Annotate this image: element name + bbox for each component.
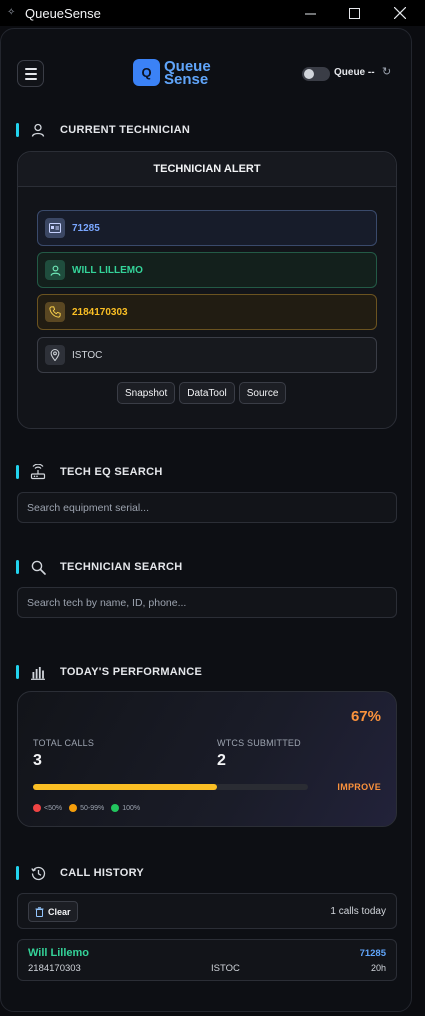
maximize-icon xyxy=(348,7,360,19)
legend-dot xyxy=(33,804,41,812)
snapshot-button[interactable]: Snapshot xyxy=(117,382,176,404)
app-frame: Q Queue Sense Queue -- ↻ CURRENT TECHNIC… xyxy=(0,28,412,1012)
history-tech-id: 71285 xyxy=(359,948,386,959)
alert-actions: Snapshot DataTool Source xyxy=(117,382,287,404)
legend-item-full: 100% xyxy=(111,804,140,812)
source-button[interactable]: Source xyxy=(238,382,287,404)
refresh-icon[interactable]: ↻ xyxy=(382,65,391,78)
trash-icon xyxy=(35,906,44,917)
tech-phone-value: 2184170303 xyxy=(72,306,128,318)
section-title: CURRENT TECHNICIAN xyxy=(60,124,191,136)
history-phone: 2184170303 xyxy=(28,963,81,974)
window-titlebar: ✧ QueueSense xyxy=(0,0,425,26)
legend-item-low: <50% xyxy=(33,804,62,812)
logo-mark: Q xyxy=(133,59,160,86)
minimize-button[interactable] xyxy=(287,0,333,26)
tech-id-field[interactable]: 71285 xyxy=(37,210,377,246)
call-history-item[interactable]: Will Lillemo 2184170303 ISTOC 71285 20h xyxy=(17,939,397,981)
wtcs-label: WTCS SUBMITTED xyxy=(217,738,301,748)
calls-today-count: 1 calls today xyxy=(330,906,386,917)
queue-status-label: Queue -- xyxy=(334,67,375,78)
legend-dot xyxy=(69,804,78,812)
technician-alert-card: TECHNICIAN ALERT 71285 WILL LILLEMO 2184… xyxy=(17,151,397,429)
history-icon xyxy=(28,865,48,881)
user-icon xyxy=(45,260,65,280)
section-performance: TODAY'S PERFORMANCE xyxy=(16,664,202,680)
section-accent-bar xyxy=(16,123,19,137)
phone-icon xyxy=(45,302,65,322)
section-accent-bar xyxy=(16,866,19,880)
technician-search-input[interactable]: Search tech by name, ID, phone... xyxy=(17,587,397,618)
router-icon xyxy=(28,464,48,480)
logo-text-line2: Sense xyxy=(164,70,209,88)
history-tech-name: Will Lillemo xyxy=(28,947,90,959)
total-calls-value: 3 xyxy=(33,752,42,769)
minimize-icon xyxy=(304,13,316,14)
tech-id-value: 71285 xyxy=(72,222,100,234)
close-icon xyxy=(394,7,406,19)
tech-location-field[interactable]: ISTOC xyxy=(37,337,377,373)
close-button[interactable] xyxy=(377,0,423,26)
legend-item-mid: 50-99% xyxy=(69,804,104,812)
app-header: Q Queue Sense Queue -- ↻ xyxy=(1,29,411,115)
queue-toggle[interactable] xyxy=(302,67,330,81)
app-icon: ✧ xyxy=(7,7,16,18)
tech-location-value: ISTOC xyxy=(72,349,103,361)
section-current-technician: CURRENT TECHNICIAN xyxy=(16,122,190,138)
menu-icon xyxy=(24,67,37,70)
progress-fill xyxy=(33,784,218,790)
bar-chart-icon xyxy=(28,664,48,680)
performance-legend: <50% 50-99% 100% xyxy=(33,804,140,812)
history-location: ISTOC xyxy=(211,963,240,974)
section-title: TODAY'S PERFORMANCE xyxy=(60,666,203,678)
equipment-search-input[interactable]: Search equipment serial... xyxy=(17,492,397,523)
section-call-history: CALL HISTORY xyxy=(16,865,144,881)
call-history-toolbar: Clear 1 calls today xyxy=(17,893,397,929)
section-accent-bar xyxy=(16,665,19,679)
total-calls-stat: TOTAL CALLS 3 xyxy=(33,738,94,770)
total-calls-label: TOTAL CALLS xyxy=(33,738,95,748)
search-icon xyxy=(28,559,48,575)
section-technician-search: TECHNICIAN SEARCH xyxy=(16,559,182,575)
clear-history-button[interactable]: Clear xyxy=(28,901,78,922)
alert-title: TECHNICIAN ALERT xyxy=(18,152,396,187)
scrollbar[interactable] xyxy=(414,30,423,1010)
menu-button[interactable] xyxy=(17,60,44,87)
performance-card: 67% TOTAL CALLS 3 WTCS SUBMITTED 2 IMPRO… xyxy=(17,691,397,827)
history-age: 20h xyxy=(370,963,386,973)
tech-name-field[interactable]: WILL LILLEMO xyxy=(37,252,377,288)
app-logo: Q Queue Sense xyxy=(133,59,211,88)
wtcs-stat: WTCS SUBMITTED 2 xyxy=(217,738,301,770)
user-icon xyxy=(28,122,48,138)
section-title: TECHNICIAN SEARCH xyxy=(60,561,183,573)
section-title: TECH EQ SEARCH xyxy=(60,466,163,478)
section-accent-bar xyxy=(16,560,19,574)
id-card-icon xyxy=(45,218,65,238)
legend-dot xyxy=(111,804,120,812)
wtcs-value: 2 xyxy=(217,752,226,769)
datatool-button[interactable]: DataTool xyxy=(179,382,235,404)
clear-label: Clear xyxy=(48,906,71,917)
location-pin-icon xyxy=(45,345,65,365)
tech-name-value: WILL LILLEMO xyxy=(72,264,143,276)
performance-status: IMPROVE xyxy=(337,782,381,792)
window-title: QueueSense xyxy=(25,5,101,21)
tech-phone-field[interactable]: 2184170303 xyxy=(37,294,377,330)
performance-percent: 67% xyxy=(350,708,381,725)
section-tech-eq-search: TECH EQ SEARCH xyxy=(16,464,163,480)
section-title: CALL HISTORY xyxy=(60,867,145,879)
section-accent-bar xyxy=(16,465,19,479)
performance-progress-bar xyxy=(33,784,308,790)
maximize-button[interactable] xyxy=(331,0,377,26)
